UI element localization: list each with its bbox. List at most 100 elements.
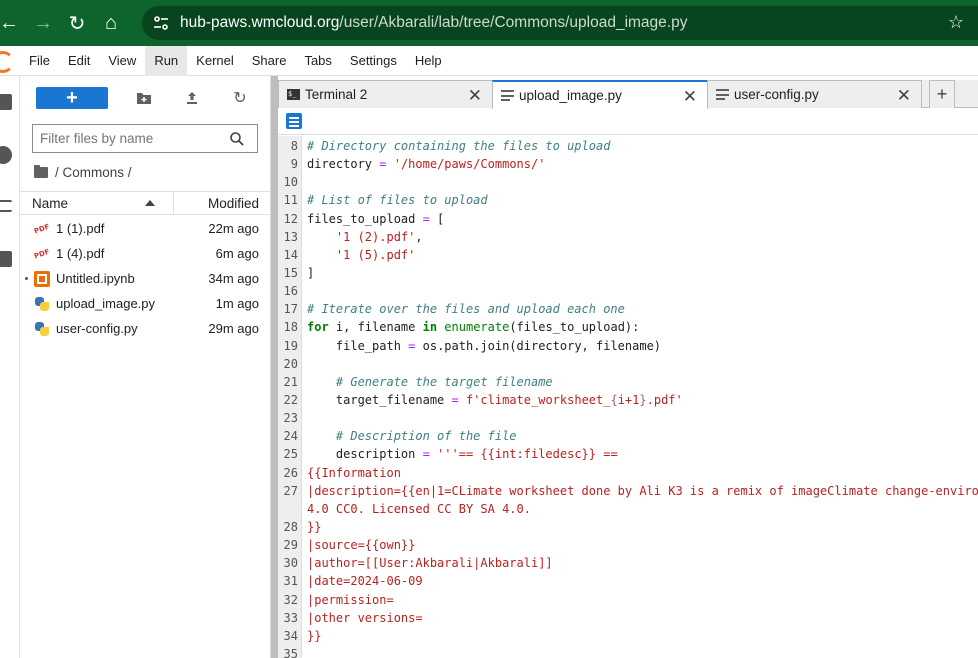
file-name: 1 (4).pdf (56, 246, 105, 261)
tab-terminal-2[interactable]: $_ Terminal 2 ✕ (278, 80, 493, 108)
running-sessions-icon[interactable] (0, 146, 12, 164)
name-column-label: Name (32, 195, 69, 211)
line-number: 26 (283, 465, 298, 480)
code-line[interactable]: 4.0 CC0. Licensed CC BY SA 4.0. (278, 500, 978, 518)
code-line[interactable]: 33 |other versions= (278, 609, 978, 627)
code-line[interactable]: 14 '1 (5).pdf' (278, 246, 978, 264)
code-line[interactable]: 19 file_path = os.path.join(directory, f… (278, 337, 978, 355)
jupyter-menubar: File Edit View Run Kernel Share Tabs Set… (0, 45, 978, 76)
file-browser-toolbar: + ↻ (20, 76, 270, 120)
code-line[interactable]: 15] (278, 264, 978, 282)
menu-view[interactable]: View (99, 46, 145, 76)
breadcrumb[interactable]: / Commons / (34, 162, 132, 182)
file-row[interactable]: PDF 1 (1).pdf 22m ago (20, 216, 271, 241)
line-number: 12 (283, 211, 298, 226)
code-line[interactable]: 24 # Description of the file (278, 427, 978, 445)
code-line[interactable]: 21 # Generate the target filename (278, 373, 978, 391)
left-activity-bar (0, 76, 20, 658)
line-number: 20 (283, 356, 298, 371)
code-line[interactable]: 32 |permission= (278, 591, 978, 609)
name-column-header[interactable]: Name (20, 192, 174, 214)
file-browser-panel: + ↻ Filter files by name / Commons / Nam… (20, 76, 271, 658)
table-of-contents-icon[interactable] (0, 200, 12, 212)
menu-kernel[interactable]: Kernel (187, 46, 243, 76)
breadcrumb-path[interactable]: / Commons / (55, 165, 132, 180)
code-line[interactable]: 29 |source={{own}} (278, 536, 978, 554)
close-icon[interactable]: ✕ (897, 86, 911, 106)
menu-file[interactable]: File (20, 46, 59, 76)
code-editor[interactable]: 8 # Directory containing the files to upl… (278, 136, 978, 658)
file-name: upload_image.py (56, 296, 156, 311)
menu-tabs[interactable]: Tabs (295, 46, 340, 76)
code-line[interactable]: 16 (278, 282, 978, 300)
menu-settings[interactable]: Settings (341, 46, 406, 76)
add-tab-icon[interactable]: + (929, 80, 955, 108)
bookmark-star-icon[interactable]: ☆ (948, 12, 964, 33)
code-line[interactable]: 34}} (278, 627, 978, 645)
code-line[interactable]: 22 target_filename = f'climate_worksheet… (278, 391, 978, 409)
line-number: 13 (283, 229, 298, 244)
line-text: # Description of the file (335, 429, 517, 444)
line-text: # Directory containing the files to uplo… (307, 139, 611, 153)
reload-icon[interactable]: ↻ (60, 6, 94, 40)
pdf-file-icon: PDF (33, 247, 51, 261)
code-line[interactable]: 31 |date=2024-06-09 (278, 572, 978, 590)
home-icon[interactable]: ⌂ (94, 6, 128, 40)
code-line[interactable]: 10 (278, 173, 978, 191)
code-line[interactable]: 30 |author=[[User:Akbarali|Akbarali]] (278, 554, 978, 572)
code-line[interactable]: 11 # List of files to upload (278, 191, 978, 209)
modified-column-header[interactable]: Modified (174, 196, 271, 211)
code-content[interactable]: 8 # Directory containing the files to upl… (278, 137, 978, 658)
file-row[interactable]: Untitled.ipynb 34m ago (20, 266, 271, 291)
tab-label: Terminal 2 (305, 87, 368, 102)
line-number: 8 (290, 139, 298, 153)
line-text: # List of files to upload (307, 193, 488, 208)
code-line[interactable]: 23 (278, 409, 978, 427)
file-modified: 1m ago (215, 296, 259, 311)
filter-files-input[interactable]: Filter files by name (32, 124, 258, 153)
new-folder-icon[interactable] (132, 86, 156, 110)
line-text: }} (307, 519, 322, 534)
line-text: {{Information (307, 465, 401, 480)
file-browser-icon[interactable] (0, 94, 12, 110)
file-row[interactable]: user-config.py 29m ago (20, 316, 271, 341)
code-line[interactable]: 8 # Directory containing the files to upl… (278, 137, 978, 155)
code-line[interactable]: 35 (278, 645, 978, 658)
code-line[interactable]: 17 # Iterate over the files and upload ea… (278, 300, 978, 318)
back-icon[interactable]: ← (0, 6, 26, 40)
refresh-icon[interactable]: ↻ (228, 86, 252, 110)
menu-share[interactable]: Share (243, 46, 296, 76)
folder-icon (34, 164, 48, 178)
line-number: 15 (283, 265, 298, 280)
line-number: 28 (283, 519, 298, 534)
menu-help[interactable]: Help (406, 46, 451, 76)
forward-icon[interactable]: → (26, 6, 60, 40)
code-line[interactable]: 12 files_to_upload = [ (278, 210, 978, 228)
extensions-icon[interactable] (0, 251, 12, 267)
close-icon[interactable]: ✕ (683, 87, 697, 107)
code-line[interactable]: 26 {{Information (278, 464, 978, 482)
file-row[interactable]: PDF 1 (4).pdf 6m ago (20, 241, 271, 266)
tab-user-config-py[interactable]: user-config.py ✕ (707, 80, 922, 108)
tab-upload-image-py[interactable]: upload_image.py ✕ (492, 80, 708, 109)
line-text: target_filename = f'climate_worksheet_{i… (307, 392, 683, 407)
editor-settings-icon[interactable] (286, 113, 302, 129)
menu-run[interactable]: Run (145, 45, 188, 76)
upload-icon[interactable] (180, 86, 204, 110)
code-line[interactable]: 28}} (278, 518, 978, 536)
line-number: 29 (283, 538, 298, 553)
code-line[interactable]: 13 '1 (2).pdf', (278, 228, 978, 246)
site-info-icon[interactable] (152, 14, 170, 32)
code-line[interactable]: 18 for i, filename in enumerate(files_to_… (278, 318, 978, 336)
menu-edit[interactable]: Edit (59, 46, 99, 76)
panel-splitter[interactable] (271, 76, 278, 658)
file-row[interactable]: upload_image.py 1m ago (20, 291, 271, 316)
file-modified: 6m ago (215, 246, 259, 261)
code-line[interactable]: 25 description = '''== {{int:filedesc}} … (278, 445, 978, 463)
code-line[interactable]: 9 directory = '/home/paws/Commons/' (278, 155, 978, 173)
code-line[interactable]: 27 |description={{en|1=CLimate worksheet … (278, 482, 978, 500)
address-bar[interactable]: hub-paws.wmcloud.org/user/Akbarali/lab/t… (142, 6, 978, 40)
new-launcher-button[interactable]: + (36, 87, 108, 109)
close-icon[interactable]: ✕ (468, 86, 482, 106)
code-line[interactable]: 20 (278, 355, 978, 373)
